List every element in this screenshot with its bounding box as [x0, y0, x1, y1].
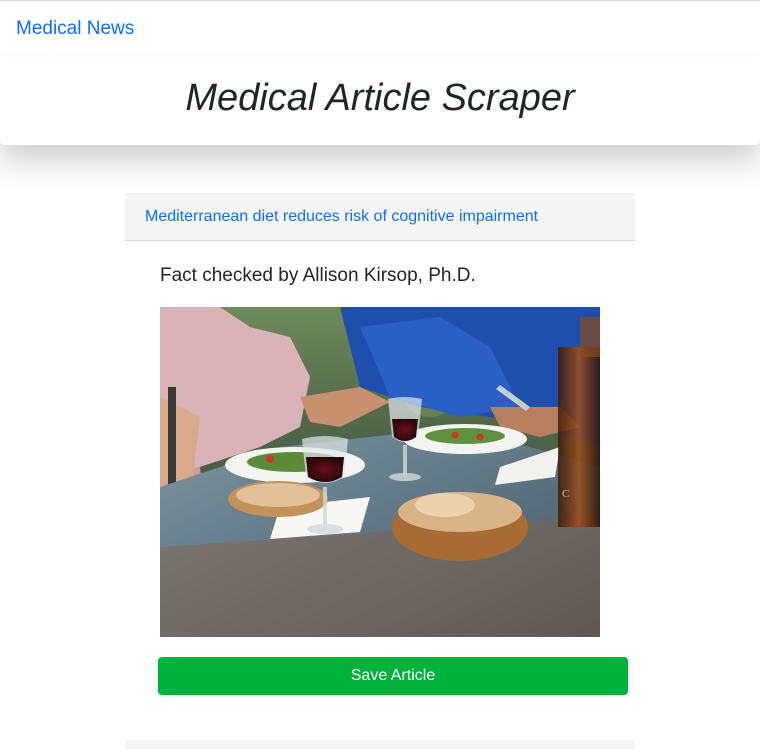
navbar: Medical News [0, 1, 760, 57]
article-title-link[interactable]: Mediterranean diet reduces risk of cogni… [145, 208, 538, 225]
page-title: Medical Article Scraper [185, 77, 575, 119]
svg-text:C: C [562, 488, 569, 500]
page-header: Medical Article Scraper [0, 57, 760, 145]
save-article-button[interactable]: Save Article [158, 657, 628, 695]
next-article-card-header [125, 740, 635, 749]
navbar-brand-link[interactable]: Medical News [16, 18, 134, 40]
article-card-body: Fact checked by Allison Kirsop, Ph.D. C … [125, 241, 635, 701]
article-card: Mediterranean diet reduces risk of cogni… [125, 193, 635, 701]
fact-check-text: Fact checked by Allison Kirsop, Ph.D. [160, 265, 476, 286]
article-image: C [160, 307, 600, 637]
article-card-header: Mediterranean diet reduces risk of cogni… [125, 193, 635, 241]
